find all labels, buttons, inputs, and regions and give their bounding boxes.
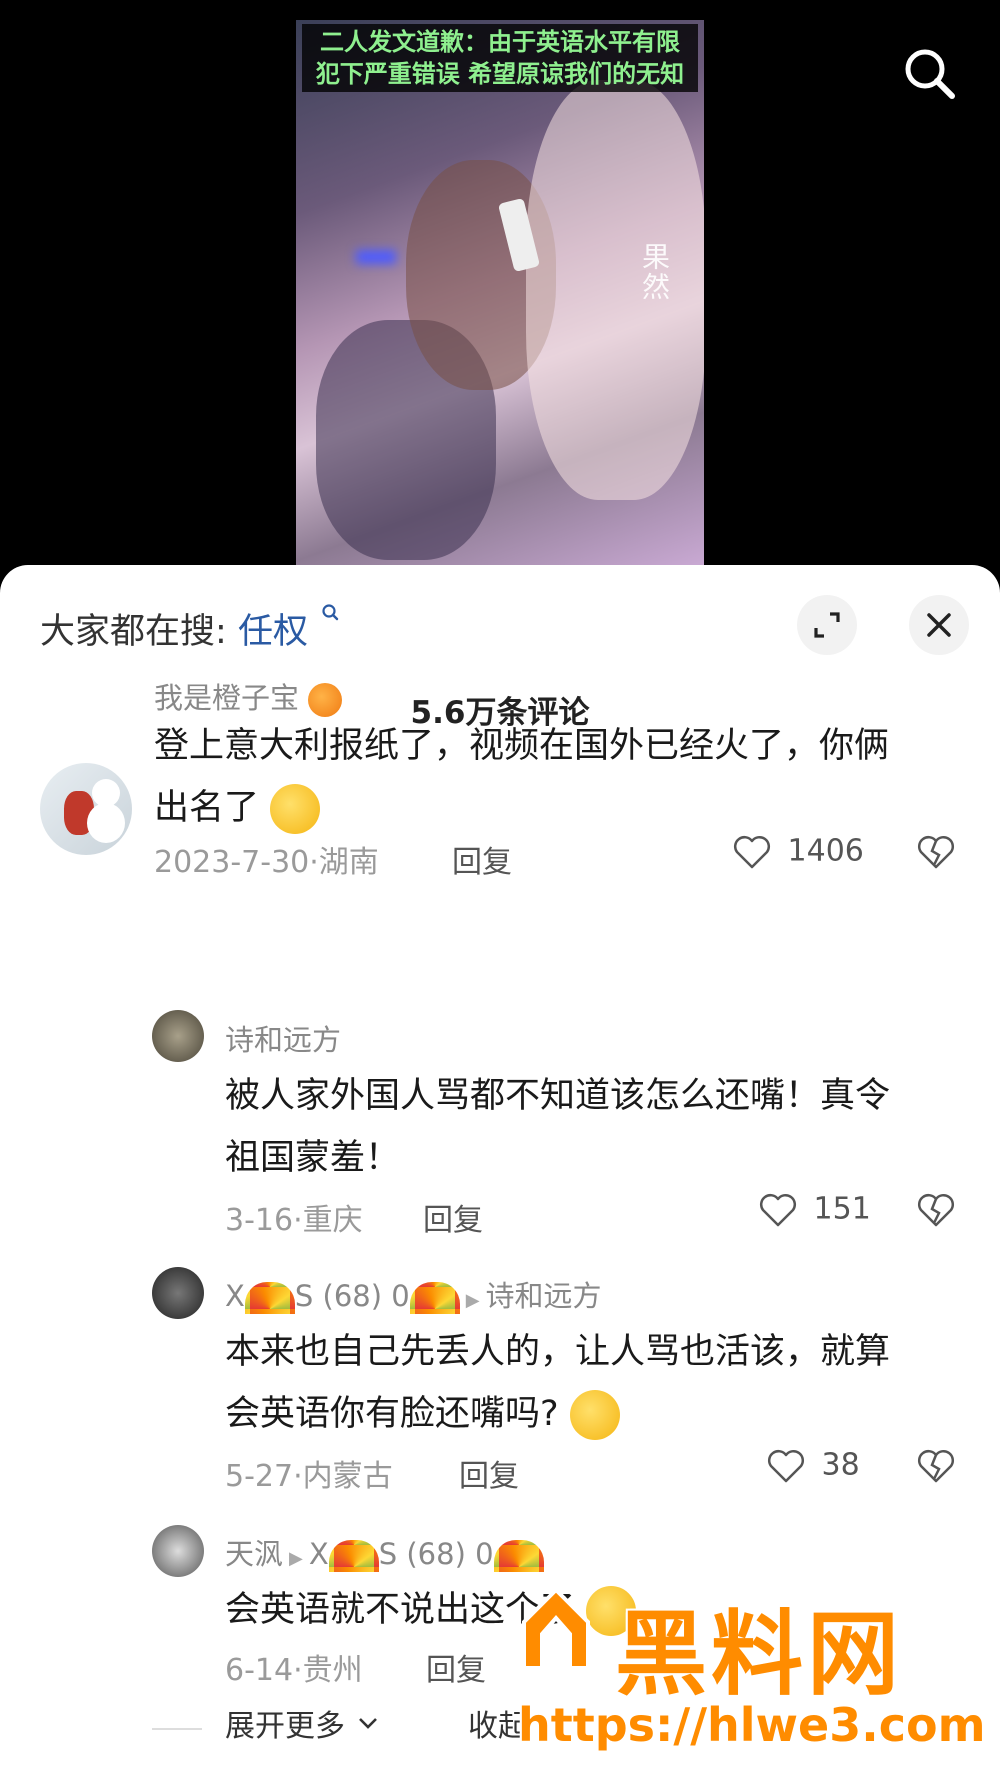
avatar-snowman (87, 803, 125, 843)
reply-to-user[interactable]: 诗和远方 (486, 1279, 602, 1313)
search-icon (905, 49, 955, 99)
username-text: 我是橙子宝 (154, 681, 300, 715)
comment-text-part: 会英语你有脸还嘴吗? (225, 1394, 559, 1434)
like-button[interactable]: 151 (758, 1191, 871, 1229)
reply-arrow-icon: ▶ (289, 1548, 303, 1569)
heart-icon (760, 1194, 796, 1227)
caption-line: 犯下严重错误 希望原谅我们的无知 (315, 60, 685, 88)
comments-sheet: 大家都在搜: 任权 5.6万条评论 我是橙子宝 登上意大利报纸了，视频在国外已经 (0, 565, 1000, 1765)
heart-icon (768, 1450, 804, 1483)
search-button[interactable] (900, 44, 960, 104)
avatar[interactable] (152, 1525, 204, 1577)
replies-controls: 展开更多 收起 (0, 1701, 1000, 1765)
comment-text-line: 出名了 (154, 777, 964, 839)
comment-1-text: 登上意大利报纸了，视频在国外已经火了，你俩 出名了 (154, 715, 964, 839)
video-watermark: 果然 (638, 242, 671, 302)
comment-text-line: 祖国蒙羞！ (225, 1138, 401, 1178)
trending-search[interactable]: 大家都在搜: 任权 (40, 603, 341, 654)
comment-2-username[interactable]: 诗和远方 (225, 1017, 341, 1059)
comment-text-line: 会英语你有脸还嘴吗? (225, 1383, 965, 1445)
avatar[interactable] (40, 763, 132, 855)
video-frame[interactable]: 果然 (296, 20, 704, 565)
like-count: 151 (813, 1191, 871, 1227)
dislike-button[interactable] (916, 1447, 956, 1489)
expand-button[interactable] (797, 595, 857, 655)
username-text: 天沨 (225, 1537, 284, 1571)
expand-icon (814, 612, 840, 638)
orange-emoji-icon (308, 683, 343, 717)
video-figure (526, 80, 704, 500)
broken-heart-icon (918, 1194, 954, 1227)
reply-button[interactable]: 回复 (423, 1195, 483, 1239)
smile-emoji-icon (586, 1586, 637, 1636)
comment-2-text: 被人家外国人骂都不知道该怎么还嘴！真令 祖国蒙羞！ (225, 1065, 965, 1189)
smile-emoji-icon (569, 1390, 620, 1440)
comment-4-text: 会英语就不说出这个了 (225, 1579, 965, 1641)
trending-prefix: 大家都在搜: (40, 612, 227, 652)
expand-more-button[interactable]: 展开更多 (225, 1701, 381, 1745)
comment-date-location: 2023-7-30·湖南 (154, 845, 379, 880)
divider (152, 1728, 202, 1730)
broken-heart-icon (918, 836, 954, 869)
video-light (356, 250, 396, 264)
like-count: 38 (821, 1447, 860, 1483)
expand-more-label: 展开更多 (225, 1709, 345, 1744)
like-button[interactable]: 1406 (732, 833, 864, 871)
comment-3-username[interactable]: X S (68) 0 ▶ 诗和远方 (225, 1273, 602, 1315)
comment-text-line: 登上意大利报纸了，视频在国外已经火了，你俩 (154, 726, 890, 766)
rainbow-emoji-icon (493, 1540, 544, 1572)
rainbow-emoji-icon (328, 1540, 379, 1572)
comment-date-location: 6-14·贵州 (225, 1653, 363, 1688)
video-caption: 二人发文道歉：由于英语水平有限 犯下严重错误 希望原谅我们的无知 (302, 24, 698, 92)
close-button[interactable] (909, 595, 969, 655)
avatar[interactable] (152, 1010, 204, 1062)
reply-to-user[interactable]: S (68) 0 (379, 1537, 494, 1571)
broken-heart-icon (918, 1450, 954, 1483)
comment-text-line: 会英语就不说出这个了 (225, 1579, 965, 1641)
comment-text-part: 会英语就不说出这个了 (225, 1590, 576, 1630)
comment-4-username[interactable]: 天沨 ▶ X S (68) 0 (225, 1531, 544, 1573)
comment-date-location: 5-27·内蒙古 (225, 1459, 393, 1494)
comment-date-location: 3-16·重庆 (225, 1203, 363, 1238)
rainbow-emoji-icon (244, 1282, 295, 1314)
rainbow-emoji-icon (409, 1282, 460, 1314)
collapse-label: 收起 (468, 1709, 528, 1744)
username-text: S (68) 0 (294, 1279, 410, 1313)
search-small-icon (322, 604, 339, 621)
avatar[interactable] (152, 1267, 204, 1319)
heart-icon (734, 836, 770, 869)
dislike-button[interactable] (916, 1191, 956, 1233)
comment-3-text: 本来也自己先丢人的，让人骂也活该，就算 会英语你有脸还嘴吗? (225, 1321, 965, 1445)
comment-text-part: 出名了 (154, 788, 260, 828)
video-player[interactable]: 果然 二人发文道歉：由于英语水平有限 犯下严重错误 希望原谅我们的无知 (0, 0, 1000, 565)
trending-term[interactable]: 任权 (238, 612, 308, 652)
reply-button[interactable]: 回复 (426, 1645, 486, 1689)
comment-text-line: 被人家外国人骂都不知道该怎么还嘴！真令 (225, 1076, 891, 1116)
like-count: 1406 (787, 833, 864, 869)
comment-text-line: 本来也自己先丢人的，让人骂也活该，就算 (225, 1332, 891, 1372)
close-icon (927, 613, 951, 637)
reply-button[interactable]: 回复 (459, 1451, 519, 1495)
caption-line: 二人发文道歉：由于英语水平有限 (320, 28, 680, 56)
reply-arrow-icon: ▶ (465, 1290, 480, 1311)
username-text: X (225, 1279, 245, 1313)
reply-to-user[interactable]: X (309, 1537, 329, 1571)
like-button[interactable]: 38 (766, 1447, 860, 1485)
crying-emoji-icon (270, 784, 321, 834)
dislike-button[interactable] (916, 833, 956, 875)
chevron-down-icon (358, 1718, 377, 1729)
collapse-button[interactable]: 收起 (468, 1701, 528, 1745)
comment-1-username[interactable]: 我是橙子宝 (154, 675, 343, 717)
reply-button[interactable]: 回复 (452, 837, 512, 881)
